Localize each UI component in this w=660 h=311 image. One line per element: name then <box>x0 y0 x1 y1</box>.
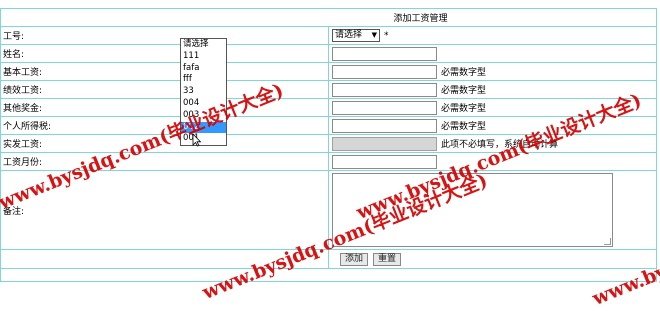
dropdown-option[interactable]: 111 <box>181 51 226 63</box>
resize-grip-icon[interactable] <box>604 238 611 245</box>
field-label-other-bonus: 其他奖金: <box>0 98 329 117</box>
field-cell-income-tax: 必需数字型 <box>328 116 657 135</box>
button-row: 添加 重置 <box>328 249 657 269</box>
required-mark: * <box>384 31 389 41</box>
performance-salary-hint: 必需数字型 <box>441 86 487 96</box>
footer-row <box>0 268 657 282</box>
dropdown-option[interactable]: 33 <box>181 86 226 98</box>
net-salary-hint: 此项不必填写，系统自动计算 <box>441 140 559 150</box>
page-title: 添加工资管理 <box>0 8 657 27</box>
name-input[interactable] <box>332 46 437 61</box>
income-tax-hint: 必需数字型 <box>441 122 487 132</box>
income-tax-input[interactable] <box>332 118 437 133</box>
other-bonus-hint: 必需数字型 <box>441 104 487 114</box>
field-label-net-salary: 实发工资: <box>0 134 329 153</box>
base-salary-hint: 必需数字型 <box>441 68 487 78</box>
field-cell-name <box>328 44 657 63</box>
field-cell-salary-month <box>328 152 657 171</box>
field-label-income-tax: 个人所得税: <box>0 116 329 135</box>
other-bonus-input[interactable] <box>332 100 437 115</box>
button-row-spacer <box>0 249 329 269</box>
dropdown-option[interactable]: 004 <box>181 98 226 110</box>
dropdown-option-highlighted[interactable]: 002 <box>181 121 226 134</box>
employee-id-dropdown-list[interactable]: 请选择 111 fafa fff 33 004 003 002 001 <box>180 38 227 147</box>
dropdown-option[interactable]: fafa <box>181 63 226 75</box>
field-label-employee-id: 工号: <box>0 26 329 45</box>
field-label-performance-salary: 绩效工资: <box>0 80 329 99</box>
field-cell-base-salary: 必需数字型 <box>328 62 657 81</box>
dropdown-option[interactable]: fff <box>181 74 226 86</box>
field-label-salary-month: 工资月份: <box>0 152 329 171</box>
salary-month-input[interactable] <box>332 154 437 169</box>
field-cell-other-bonus: 必需数字型 <box>328 98 657 117</box>
remarks-textarea[interactable] <box>332 173 613 247</box>
field-cell-employee-id: 请选择 ▼ * <box>328 26 657 45</box>
mouse-pointer-icon <box>192 133 202 147</box>
add-button[interactable]: 添加 <box>340 252 369 266</box>
chevron-down-icon: ▼ <box>371 31 377 39</box>
net-salary-input <box>332 136 437 151</box>
performance-salary-input[interactable] <box>332 82 437 97</box>
field-cell-performance-salary: 必需数字型 <box>328 80 657 99</box>
dropdown-option[interactable]: 请选择 <box>181 39 226 51</box>
base-salary-input[interactable] <box>332 64 437 79</box>
salary-form-table: 添加工资管理 工号: 请选择 ▼ * 姓名: 基本工资: 必需数字型 绩效工资:… <box>0 8 657 282</box>
reset-button[interactable]: 重置 <box>373 252 402 266</box>
dropdown-option[interactable]: 001 <box>181 133 226 145</box>
field-label-base-salary: 基本工资: <box>0 62 329 81</box>
employee-id-select[interactable]: 请选择 ▼ <box>332 29 380 42</box>
field-cell-remarks <box>328 170 657 250</box>
field-cell-net-salary: 此项不必填写，系统自动计算 <box>328 134 657 153</box>
field-label-name: 姓名: <box>0 44 329 63</box>
field-label-remarks: 备注: <box>0 170 329 250</box>
dropdown-option[interactable]: 003 <box>181 110 226 122</box>
